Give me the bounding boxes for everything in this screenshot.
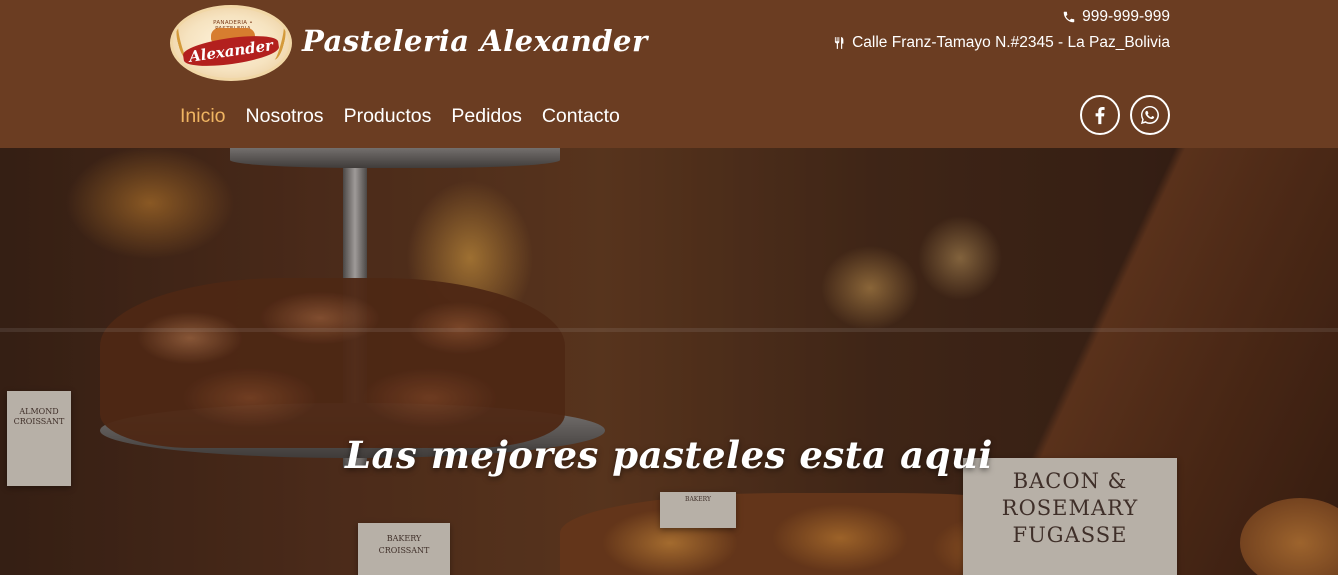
phone-row: 999-999-999 [832,8,1170,26]
hero-tagline: Las mejores pasteles esta aqui [345,433,993,477]
logo-name: Alexander [187,36,275,66]
phone-icon [1063,11,1075,23]
facebook-icon [1095,107,1105,125]
nav-item-pedidos[interactable]: Pedidos [451,104,521,128]
whatsapp-icon [1140,106,1159,125]
whatsapp-button[interactable] [1130,95,1170,135]
bakery-logo[interactable]: PANADERIA • PASTELERIA Alexander [170,5,292,81]
hero-dark-overlay [0,148,1338,575]
nav-item-inicio[interactable]: Inicio [180,104,226,128]
brand-title[interactable]: Pasteleria Alexander [302,24,648,58]
logo-ribbon: Alexander [181,31,281,71]
site-header: PANADERIA • PASTELERIA Alexander Pastele… [0,0,1338,148]
hero-banner: ALMOND CROISSANT BAKERY CROISSANT BAKERY… [0,148,1338,575]
address-text: Calle Franz-Tamayo N.#2345 - La Paz_Boli… [852,34,1170,51]
contact-info: 999-999-999 Calle Franz-Tamayo N.#2345 -… [832,8,1170,60]
facebook-button[interactable] [1080,95,1120,135]
phone-number[interactable]: 999-999-999 [1082,8,1170,26]
main-nav: Inicio Nosotros Productos Pedidos Contac… [180,104,620,128]
nav-item-productos[interactable]: Productos [344,104,432,128]
address-row: Calle Franz-Tamayo N.#2345 - La Paz_Boli… [832,34,1170,52]
social-links [1080,95,1170,135]
utensils-icon [835,37,844,49]
nav-item-contacto[interactable]: Contacto [542,104,620,128]
nav-item-nosotros[interactable]: Nosotros [246,104,324,128]
